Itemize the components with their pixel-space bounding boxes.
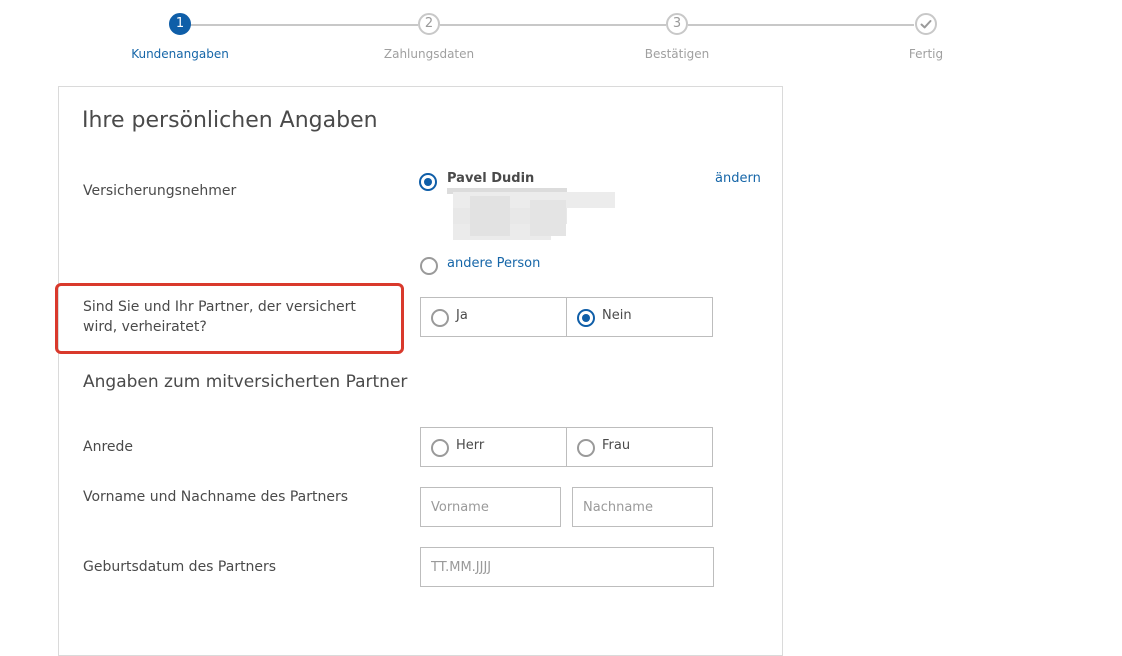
policyholder-name: Pavel Dudin	[447, 171, 535, 186]
married-no-radio[interactable]	[577, 309, 595, 327]
salutation-mrs-label: Frau	[602, 438, 631, 453]
salutation-toggle: Herr Frau	[420, 427, 713, 467]
stepper-line	[688, 24, 914, 26]
step-3-label: Bestätigen	[644, 47, 710, 61]
salutation-mr-option[interactable]: Herr	[420, 427, 567, 467]
policyholder-self-radio[interactable]	[419, 173, 437, 191]
married-yes-radio[interactable]	[431, 309, 449, 327]
step-4-circle	[915, 13, 937, 35]
partner-first-name-input[interactable]	[420, 487, 561, 527]
step-4-label: Fertig	[908, 47, 944, 61]
partner-birthdate-input[interactable]	[420, 547, 714, 587]
married-no-option[interactable]: Nein	[566, 297, 713, 337]
married-yes-label: Ja	[456, 308, 468, 323]
salutation-mr-label: Herr	[456, 438, 485, 453]
policyholder-label: Versicherungsnehmer	[83, 183, 237, 199]
page-title: Ihre persönlichen Angaben	[82, 108, 378, 133]
step-3-circle: 3	[666, 13, 688, 35]
stepper-line	[440, 24, 666, 26]
married-yes-option[interactable]: Ja	[420, 297, 567, 337]
checkmark-icon	[920, 20, 932, 29]
highlight-box	[55, 283, 404, 354]
stepper-line	[190, 24, 418, 26]
salutation-mrs-radio[interactable]	[577, 439, 595, 457]
other-person-label[interactable]: andere Person	[447, 256, 540, 271]
step-2-label: Zahlungsdaten	[383, 47, 475, 61]
partner-name-label: Vorname und Nachname des Partners	[83, 489, 348, 505]
step-1-label: Kundenangaben	[131, 47, 229, 61]
partner-birthdate-label: Geburtsdatum des Partners	[83, 559, 277, 575]
salutation-mr-radio[interactable]	[431, 439, 449, 457]
change-policyholder-link[interactable]: ändern	[715, 171, 761, 186]
married-no-label: Nein	[602, 308, 632, 323]
partner-last-name-input[interactable]	[572, 487, 713, 527]
step-1-circle: 1	[169, 13, 191, 35]
partner-section-title: Angaben zum mitversicherten Partner	[83, 372, 408, 392]
salutation-mrs-option[interactable]: Frau	[566, 427, 713, 467]
salutation-label: Anrede	[83, 439, 134, 455]
married-toggle: Ja Nein	[420, 297, 713, 337]
step-2-circle: 2	[418, 13, 440, 35]
other-person-radio[interactable]	[420, 257, 438, 275]
